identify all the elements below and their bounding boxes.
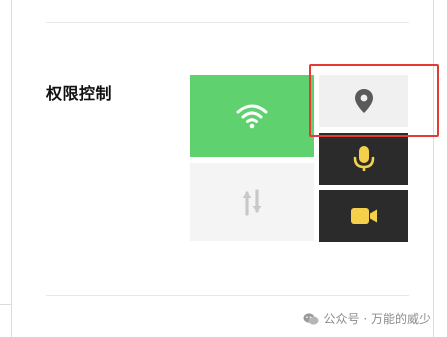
container-left-border: [11, 0, 12, 337]
bottom-border-stub: [0, 304, 11, 305]
data-transfer-icon: [242, 189, 262, 216]
camera-icon: [350, 208, 377, 224]
microphone-icon: [353, 146, 374, 171]
wechat-icon: [303, 312, 319, 325]
camera-toggle[interactable]: [319, 190, 408, 242]
wifi-toggle[interactable]: [190, 75, 314, 157]
section-title: 权限控制: [46, 84, 113, 103]
watermark-text: 公众号 · 万能的威少: [323, 312, 431, 326]
container-right-border: [433, 0, 434, 337]
microphone-toggle[interactable]: [319, 133, 408, 185]
wifi-icon: [236, 104, 268, 129]
highlight-annotation-box: [309, 64, 439, 137]
mobile-data-toggle[interactable]: [190, 163, 314, 241]
watermark: 公众号 · 万能的威少: [303, 310, 431, 327]
section-divider-top: [46, 22, 409, 23]
section-divider-bottom: [46, 295, 409, 296]
